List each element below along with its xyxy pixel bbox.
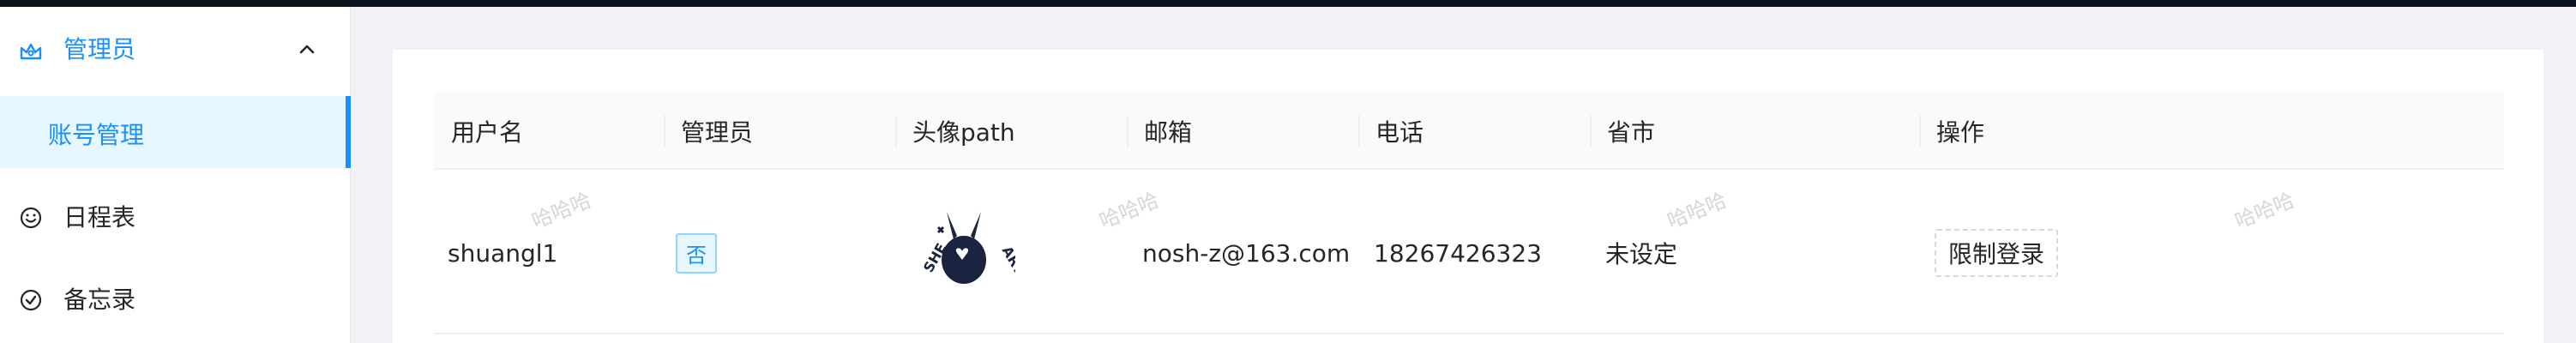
column-header-avatar-path: 头像path — [912, 118, 1015, 147]
column-header-email: 邮箱 — [1144, 118, 1193, 147]
column-header-phone: 电话 — [1375, 118, 1424, 147]
admin-status-badge: 否 — [676, 232, 717, 274]
svg-text:ART: ART — [999, 244, 1015, 278]
column-header-admin: 管理员 — [681, 118, 754, 147]
sidebar-group-admin[interactable]: 管理员 — [0, 7, 351, 91]
rabbit-logo-avatar: SHE ART — [920, 212, 1015, 284]
column-header-username: 用户名 — [451, 118, 524, 147]
user-table: 用户名 管理员 头像path 邮箱 电话 省市 操作 shuangl1 否 SH… — [434, 93, 2504, 343]
sidebar-item-schedule[interactable]: 日程表 — [0, 177, 351, 259]
cell-actions: 限制登录 — [1935, 172, 2059, 334]
column-header-province-city: 省市 — [1607, 118, 1656, 147]
smile-icon — [20, 207, 42, 229]
sidebar-item-memo[interactable]: 备忘录 — [0, 259, 351, 341]
sidebar-item-account-management[interactable]: 账号管理 — [0, 96, 351, 168]
sidebar-item-label: 日程表 — [63, 203, 136, 232]
restrict-login-button[interactable]: 限制登录 — [1935, 229, 2059, 277]
sidebar-item-label: 账号管理 — [48, 121, 145, 149]
cell-province-city: 未设定 — [1605, 240, 1678, 268]
cell-admin: 否 — [676, 172, 717, 334]
top-bar — [0, 0, 2576, 7]
sidebar-group-label: 管理员 — [63, 35, 136, 63]
main-content: 用户名 管理员 头像path 邮箱 电话 省市 操作 shuangl1 否 SH… — [393, 50, 2543, 343]
cell-email: nosh-z@163.com — [1142, 238, 1351, 268]
cell-phone: 18267426323 — [1374, 238, 1542, 268]
check-circle-icon — [20, 289, 42, 311]
cell-username: shuangl1 — [448, 238, 558, 268]
chevron-up-icon[interactable] — [298, 43, 316, 55]
sidebar-item-label: 备忘录 — [63, 286, 136, 314]
crown-icon — [20, 43, 42, 60]
table-header: 用户名 管理员 头像path 邮箱 电话 省市 操作 — [434, 93, 2504, 170]
table-row: shuangl1 否 SHE ART nosh-z@163.com 182674… — [434, 172, 2504, 334]
cell-avatar: SHE ART — [912, 172, 1015, 334]
column-header-actions: 操作 — [1936, 118, 1985, 147]
sidebar: 管理员 账号管理 日程表 备忘录 — [0, 7, 351, 343]
